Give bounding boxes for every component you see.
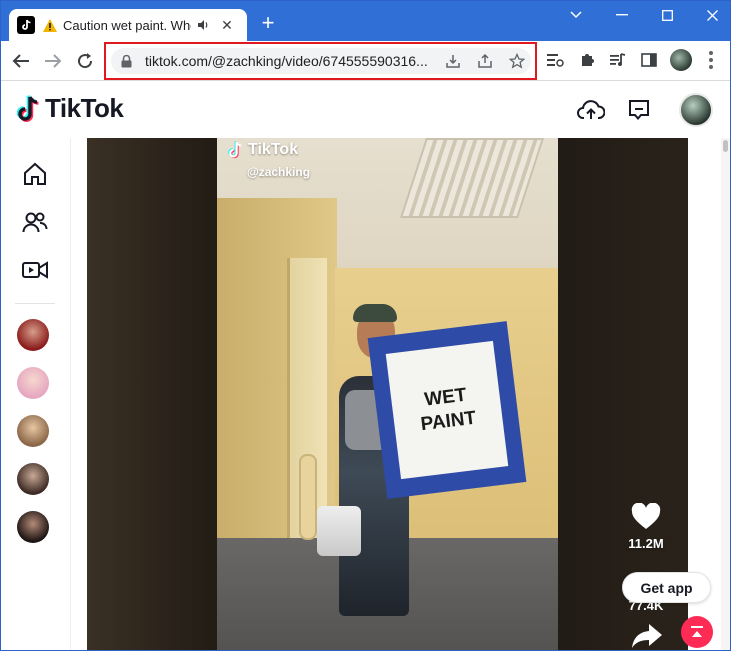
followed-account-avatar[interactable] xyxy=(17,319,49,351)
video-scene-paint-roller xyxy=(299,454,317,540)
like-heart-icon[interactable] xyxy=(630,501,662,533)
extension-tabs-icon[interactable] xyxy=(544,49,566,71)
tab-strip: Caution wet paint. Who w ✕ + xyxy=(1,1,730,41)
tiktok-sidebar xyxy=(1,138,71,650)
maximize-button[interactable] xyxy=(644,1,690,29)
minimize-button[interactable] xyxy=(599,1,645,29)
media-control-icon[interactable] xyxy=(607,49,629,71)
video-scene-paint-bucket xyxy=(317,506,361,556)
forward-arrow-icon[interactable] xyxy=(39,47,67,75)
video-watermark-logo: TikTok xyxy=(227,140,298,160)
tab-title: Caution wet paint. Who w xyxy=(63,17,191,33)
upload-cloud-icon[interactable] xyxy=(575,94,607,126)
tiktok-wordmark: TikTok xyxy=(45,93,124,123)
profile-avatar[interactable] xyxy=(679,93,713,127)
tiktok-logo[interactable]: TikTok xyxy=(15,93,124,124)
tiktok-favicon-icon xyxy=(17,16,35,34)
get-app-button[interactable]: Get app xyxy=(622,572,711,603)
extensions-puzzle-icon[interactable] xyxy=(576,49,598,71)
video-player[interactable]: WET PAINT xyxy=(217,138,558,650)
followed-account-avatar[interactable] xyxy=(17,463,49,495)
followed-account-avatar[interactable] xyxy=(17,415,49,447)
like-count: 11.2M xyxy=(628,536,664,551)
side-panel-icon[interactable] xyxy=(638,49,660,71)
warning-icon xyxy=(43,18,57,32)
page-scrollbar[interactable] xyxy=(721,138,730,650)
live-icon[interactable] xyxy=(19,254,51,286)
page-scrollbar-thumb[interactable] xyxy=(723,140,728,152)
window-close-button[interactable] xyxy=(689,1,730,29)
browser-profile-avatar[interactable] xyxy=(670,49,692,71)
tiktok-note-icon xyxy=(16,94,39,122)
share-arrow-icon[interactable] xyxy=(630,621,664,650)
tiktok-header: TikTok xyxy=(1,82,730,138)
wet-paint-sign-board: WET PAINT xyxy=(385,340,509,480)
watermark-wordmark: TikTok xyxy=(248,141,299,158)
video-scene-person-cap xyxy=(353,304,397,322)
audio-playing-icon[interactable] xyxy=(197,18,211,32)
tab-close-icon[interactable]: ✕ xyxy=(219,17,235,33)
browser-menu-icon[interactable] xyxy=(701,49,721,71)
sidebar-divider xyxy=(15,303,55,304)
tab-search-chevron-icon[interactable] xyxy=(553,1,599,29)
home-icon[interactable] xyxy=(19,158,51,190)
followed-account-avatar[interactable] xyxy=(17,367,49,399)
new-tab-button[interactable]: + xyxy=(257,12,279,35)
wet-paint-sign: WET PAINT xyxy=(367,321,527,499)
inbox-message-icon[interactable] xyxy=(623,94,655,126)
followed-account-avatar[interactable] xyxy=(17,511,49,543)
scroll-to-top-icon[interactable] xyxy=(681,616,713,648)
reload-icon[interactable] xyxy=(71,47,99,75)
browser-window: Caution wet paint. Who w ✕ + xyxy=(0,0,731,651)
browser-tab-active[interactable]: Caution wet paint. Who w ✕ xyxy=(9,9,247,41)
back-arrow-icon[interactable] xyxy=(7,47,35,75)
following-icon[interactable] xyxy=(19,206,51,238)
watermark-note-icon xyxy=(228,141,242,159)
watermark-handle: @zachking xyxy=(247,165,311,179)
address-bar-highlight xyxy=(104,42,537,80)
